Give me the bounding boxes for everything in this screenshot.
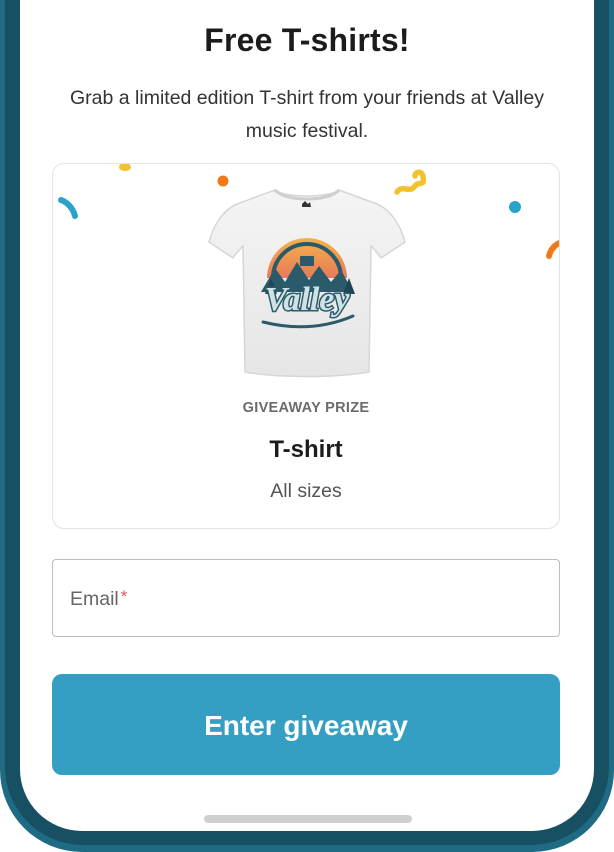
confetti-blue-dot [509, 201, 521, 213]
prize-description: All sizes [270, 480, 342, 502]
email-label-text: Email [70, 588, 119, 610]
page-title: Free T-shirts! [204, 22, 410, 58]
confetti-blue-curl [58, 197, 78, 219]
confetti-orange-curl [546, 240, 559, 259]
email-input[interactable] [53, 560, 559, 636]
prize-card: Valley GIVEAWAY PRIZE T-shirt All sizes [52, 163, 560, 529]
phone-screen: Free T-shirts! Grab a limited edition T-… [20, 0, 594, 831]
home-indicator [204, 815, 412, 823]
page-subtitle: Grab a limited edition T-shirt from your… [70, 87, 544, 142]
confetti-yellow-dot [119, 164, 131, 171]
tshirt-image: Valley [208, 188, 406, 378]
enter-giveaway-button[interactable]: Enter giveaway [52, 674, 560, 775]
email-field[interactable]: Email * [52, 559, 560, 637]
svg-text:Valley: Valley [265, 281, 351, 318]
required-mark: * [120, 587, 128, 606]
email-label: Email * [70, 587, 128, 611]
prize-label: GIVEAWAY PRIZE [242, 400, 370, 416]
giveaway-page: Free T-shirts! Grab a limited edition T-… [0, 0, 614, 852]
prize-name: T-shirt [269, 436, 343, 463]
